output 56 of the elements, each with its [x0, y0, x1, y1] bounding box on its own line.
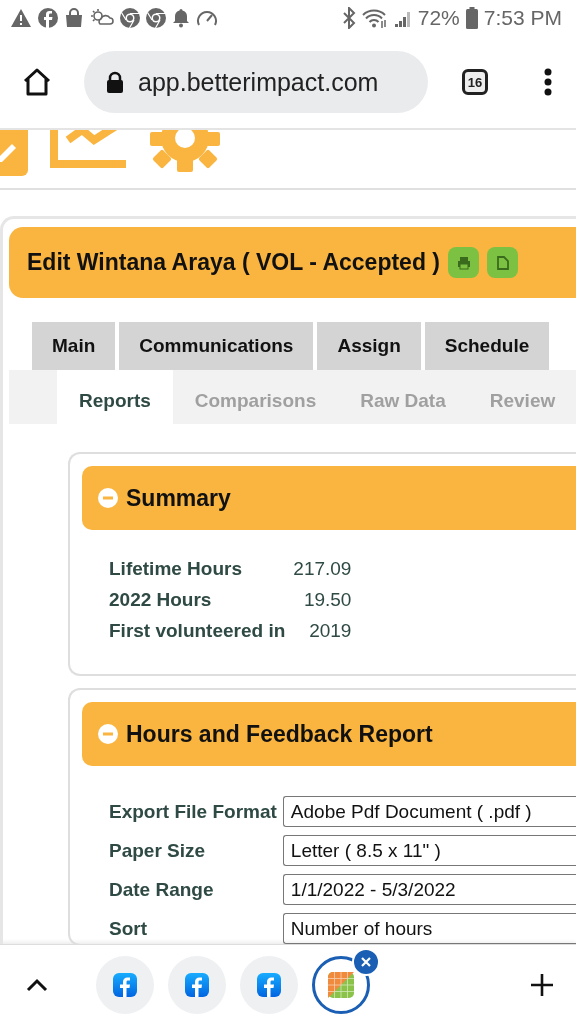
- section-title: Summary: [126, 484, 231, 512]
- home-icon[interactable]: [22, 67, 52, 97]
- tab-count-button[interactable]: 16: [462, 69, 488, 95]
- spreadsheet-icon: [328, 971, 354, 998]
- section-header[interactable]: Hours and Feedback Report: [82, 702, 576, 766]
- speedometer-icon: [196, 8, 218, 28]
- bell-icon: [172, 8, 190, 28]
- field-label: Sort: [109, 917, 148, 940]
- stat-value: 217.09: [293, 558, 352, 580]
- facebook-icon: [185, 972, 209, 997]
- address-bar[interactable]: app.betterimpact.com: [84, 51, 428, 113]
- chrome-icon: [146, 8, 166, 28]
- field-label: Date Range: [109, 878, 215, 901]
- close-badge[interactable]: [352, 947, 380, 976]
- lock-icon: [106, 71, 124, 93]
- stat-label: Lifetime Hours: [109, 558, 244, 580]
- menu-icon[interactable]: [544, 68, 552, 96]
- print-button[interactable]: [448, 247, 479, 278]
- chrome-icon: [120, 8, 140, 28]
- document-button[interactable]: [487, 247, 518, 278]
- stat-value: 2019: [308, 620, 352, 642]
- stat-value: 19.50: [302, 589, 352, 611]
- shopping-bag-icon: [64, 8, 84, 28]
- weather-icon: [90, 8, 114, 28]
- warning-icon: [10, 8, 32, 28]
- field-label: Paper Size: [109, 839, 207, 862]
- sub-tab[interactable]: Reports: [57, 370, 173, 424]
- tab[interactable]: Communications: [119, 322, 314, 370]
- url-text: app.betterimpact.com: [138, 67, 379, 97]
- tab[interactable]: Assign: [317, 322, 421, 370]
- battery-icon: [465, 7, 478, 29]
- tab[interactable]: Schedule: [424, 322, 550, 370]
- facebook-icon: [38, 8, 58, 28]
- wifi-icon: [361, 8, 388, 28]
- tab[interactable]: Main: [32, 322, 116, 370]
- plus-icon[interactable]: [530, 972, 554, 997]
- section-header[interactable]: Summary: [82, 466, 576, 530]
- facebook-icon: [257, 972, 281, 997]
- select-field[interactable]: Letter ( 8.5 x 11" ): [282, 835, 576, 866]
- page-title: Edit Wintana Araya ( VOL - Accepted ): [27, 249, 440, 276]
- tab-group-button[interactable]: [312, 955, 370, 1014]
- document-icon: [496, 255, 509, 270]
- bluetooth-icon: [341, 7, 356, 29]
- close-icon: [361, 956, 371, 967]
- select-field[interactable]: Adobe Pdf Document ( .pdf ): [282, 796, 576, 827]
- stat-label: 2022 Hours: [109, 589, 213, 611]
- chevron-up-icon[interactable]: [26, 977, 48, 992]
- battery-percentage: 72%: [417, 6, 460, 30]
- field-label: Export File Format: [109, 800, 277, 823]
- select-field[interactable]: 1/1/2022 - 5/3/2022: [282, 874, 576, 905]
- stat-label: First volunteered in: [109, 620, 286, 642]
- clock-time: 7:53 PM: [483, 6, 562, 30]
- section-title: Hours and Feedback Report: [126, 720, 433, 748]
- select-field[interactable]: Number of hours: [282, 913, 576, 944]
- printer-icon: [456, 255, 471, 270]
- facebook-icon: [113, 972, 137, 997]
